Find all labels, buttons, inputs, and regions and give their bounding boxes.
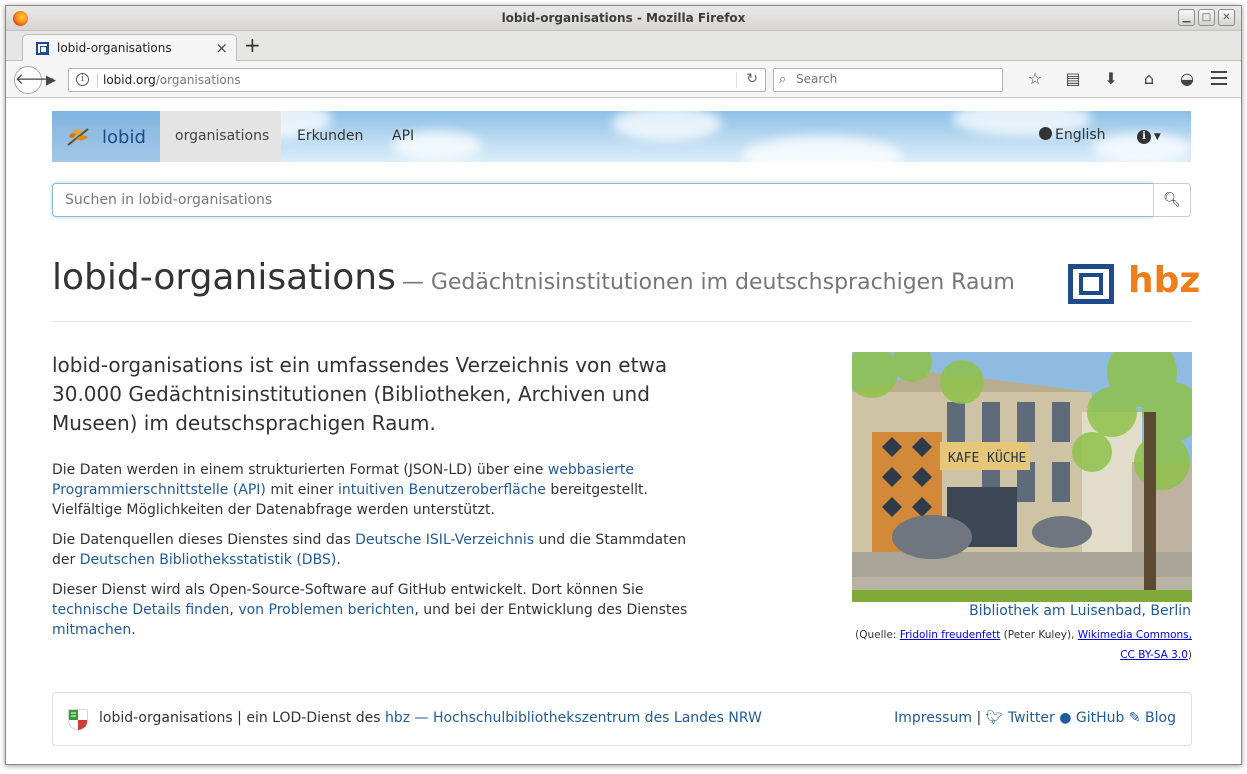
tab-label: lobid-organisations <box>57 41 172 55</box>
intro-paragraph-github: Dieser Dienst wird als Open-Source-Softw… <box>52 582 688 638</box>
page-footer: lobid-organisations | ein LOD-Dienst des… <box>52 692 1192 746</box>
library-building-image: KAFE KÜCHE <box>852 352 1192 602</box>
url-text[interactable]: lobid.org/organisations <box>103 73 241 87</box>
navigation-toolbar: 🡐 ▶ i lobid.org/organisations ↻ ⌕ ☆ ▤ ⬇ … <box>6 61 1241 98</box>
search-icon: ⌕ <box>779 72 787 87</box>
hbz-link[interactable]: hbz — Hochschulbibliothekszentrum des La… <box>385 710 762 726</box>
twitter-icon: 🐦︎ <box>985 710 1004 726</box>
site-search: 🔍︎ <box>52 183 1191 217</box>
impressum-link[interactable]: Impressum <box>894 710 972 726</box>
isil-link[interactable]: Deutsche ISIL-Verzeichnis <box>355 532 534 548</box>
minimize-button[interactable]: ▁ <box>1178 9 1195 26</box>
tech-details-link[interactable]: technische Details finden <box>52 602 229 618</box>
twitter-link[interactable]: 🐦︎ Twitter <box>986 710 1055 726</box>
commons-link[interactable]: Wikimedia Commons, <box>1078 629 1192 641</box>
tab-lobid-organisations[interactable]: lobid-organisations × <box>22 34 237 62</box>
divider <box>52 321 1191 322</box>
site-navbar: lobid organisations Erkunden API English… <box>52 111 1191 162</box>
photo-caption[interactable]: Bibliothek am Luisenbad, Berlin <box>852 603 1191 619</box>
github-link[interactable]: ● GitHub <box>1059 710 1124 726</box>
lobid-logo-icon <box>67 128 89 146</box>
info-dropdown[interactable]: i ▼ <box>1137 127 1161 144</box>
intro-paragraph-sources: Die Datenquellen dieses Dienstes sind da… <box>52 532 687 568</box>
site-search-input[interactable] <box>52 183 1154 217</box>
cafe-sign: KAFE KÜCHE <box>948 449 1026 466</box>
globe-icon <box>1039 127 1052 140</box>
close-tab-icon[interactable]: × <box>215 39 228 57</box>
close-window-button[interactable]: ✕ <box>1218 9 1235 26</box>
reload-icon[interactable]: ↻ <box>746 71 758 87</box>
language-switch[interactable]: English <box>1039 127 1106 143</box>
page-heading: lobid-organisations — Gedächtnisinstituti… <box>52 257 1015 298</box>
intro-paragraph-api: Die Daten werden in einem strukturierten… <box>52 462 648 518</box>
url-bar[interactable]: i lobid.org/organisations ↻ <box>68 68 766 92</box>
title-bar: lobid-organisations - Mozilla Firefox ▁ … <box>6 6 1241 31</box>
browser-search-bar[interactable]: ⌕ <box>773 68 1003 92</box>
brand-text: lobid <box>102 127 146 148</box>
hbz-logo[interactable]: hbz <box>1068 260 1200 304</box>
downloads-icon[interactable]: ⬇ <box>1092 69 1130 88</box>
report-issues-link[interactable]: von Problemen berichten <box>238 602 414 618</box>
footer-text: lobid-organisations | ein LOD-Dienst des… <box>99 710 762 726</box>
footer-links: Impressum | 🐦︎ Twitter ● GitHub ✎ Blog <box>894 710 1176 726</box>
menu-icon[interactable] <box>1211 71 1227 89</box>
search-icon: 🔍︎ <box>1163 192 1181 208</box>
brand-link[interactable]: lobid <box>52 111 160 162</box>
reading-list-icon[interactable]: ▤ <box>1054 69 1092 88</box>
pocket-icon[interactable]: ◒ <box>1168 69 1206 88</box>
new-tab-button[interactable]: + <box>244 33 261 57</box>
nav-erkunden[interactable]: Erkunden <box>297 128 363 144</box>
intro-lead: lobid-organisations ist ein umfassendes … <box>52 353 668 435</box>
window-title: lobid-organisations - Mozilla Firefox <box>501 11 746 25</box>
site-search-button[interactable]: 🔍︎ <box>1153 183 1191 217</box>
back-button[interactable]: 🡐 <box>14 66 55 94</box>
browser-search-input[interactable] <box>796 72 996 86</box>
nav-api[interactable]: API <box>392 128 414 144</box>
photo-credit: (Quelle: Fridolin freudenfett (Peter Kul… <box>855 629 1192 661</box>
dbs-link[interactable]: Deutschen Bibliotheksstatistik (DBS) <box>80 552 337 568</box>
blog-link[interactable]: ✎ Blog <box>1129 710 1176 726</box>
url-divider <box>97 73 98 88</box>
bookmark-star-icon[interactable]: ☆ <box>1016 69 1054 88</box>
page-subtitle: — Gedächtnisinstitutionen im deutschspra… <box>401 270 1015 295</box>
nav-organisations[interactable]: organisations <box>160 111 281 162</box>
site-info-icon[interactable]: i <box>76 73 89 86</box>
ui-link[interactable]: intuitiven Benutzeroberfläche <box>338 482 546 498</box>
forward-button[interactable]: ▶ <box>46 73 56 88</box>
library-photo[interactable]: KAFE KÜCHE <box>852 352 1192 602</box>
page-content: lobid organisations Erkunden API English… <box>6 99 1241 764</box>
reload-divider <box>736 72 737 88</box>
browser-window: lobid-organisations - Mozilla Firefox ▁ … <box>5 5 1242 765</box>
caret-down-icon: ▼ <box>1151 132 1161 142</box>
tab-bar: lobid-organisations × + <box>6 31 1241 62</box>
maximize-button[interactable]: □ <box>1198 9 1215 26</box>
hbz-logo-text: hbz <box>1128 260 1201 301</box>
license-link[interactable]: CC BY-SA 3.0 <box>1120 649 1188 661</box>
contribute-link[interactable]: mitmachen <box>52 622 131 638</box>
github-icon: ● <box>1059 710 1072 726</box>
lobid-favicon-icon <box>36 42 49 55</box>
home-icon[interactable]: ⌂ <box>1130 69 1168 88</box>
nrw-coat-of-arms-icon <box>68 709 88 731</box>
pencil-icon: ✎ <box>1128 710 1141 726</box>
author-link[interactable]: Fridolin freudenfett <box>900 629 1001 641</box>
info-icon: i <box>1137 130 1151 144</box>
page-title: lobid-organisations <box>52 257 396 298</box>
